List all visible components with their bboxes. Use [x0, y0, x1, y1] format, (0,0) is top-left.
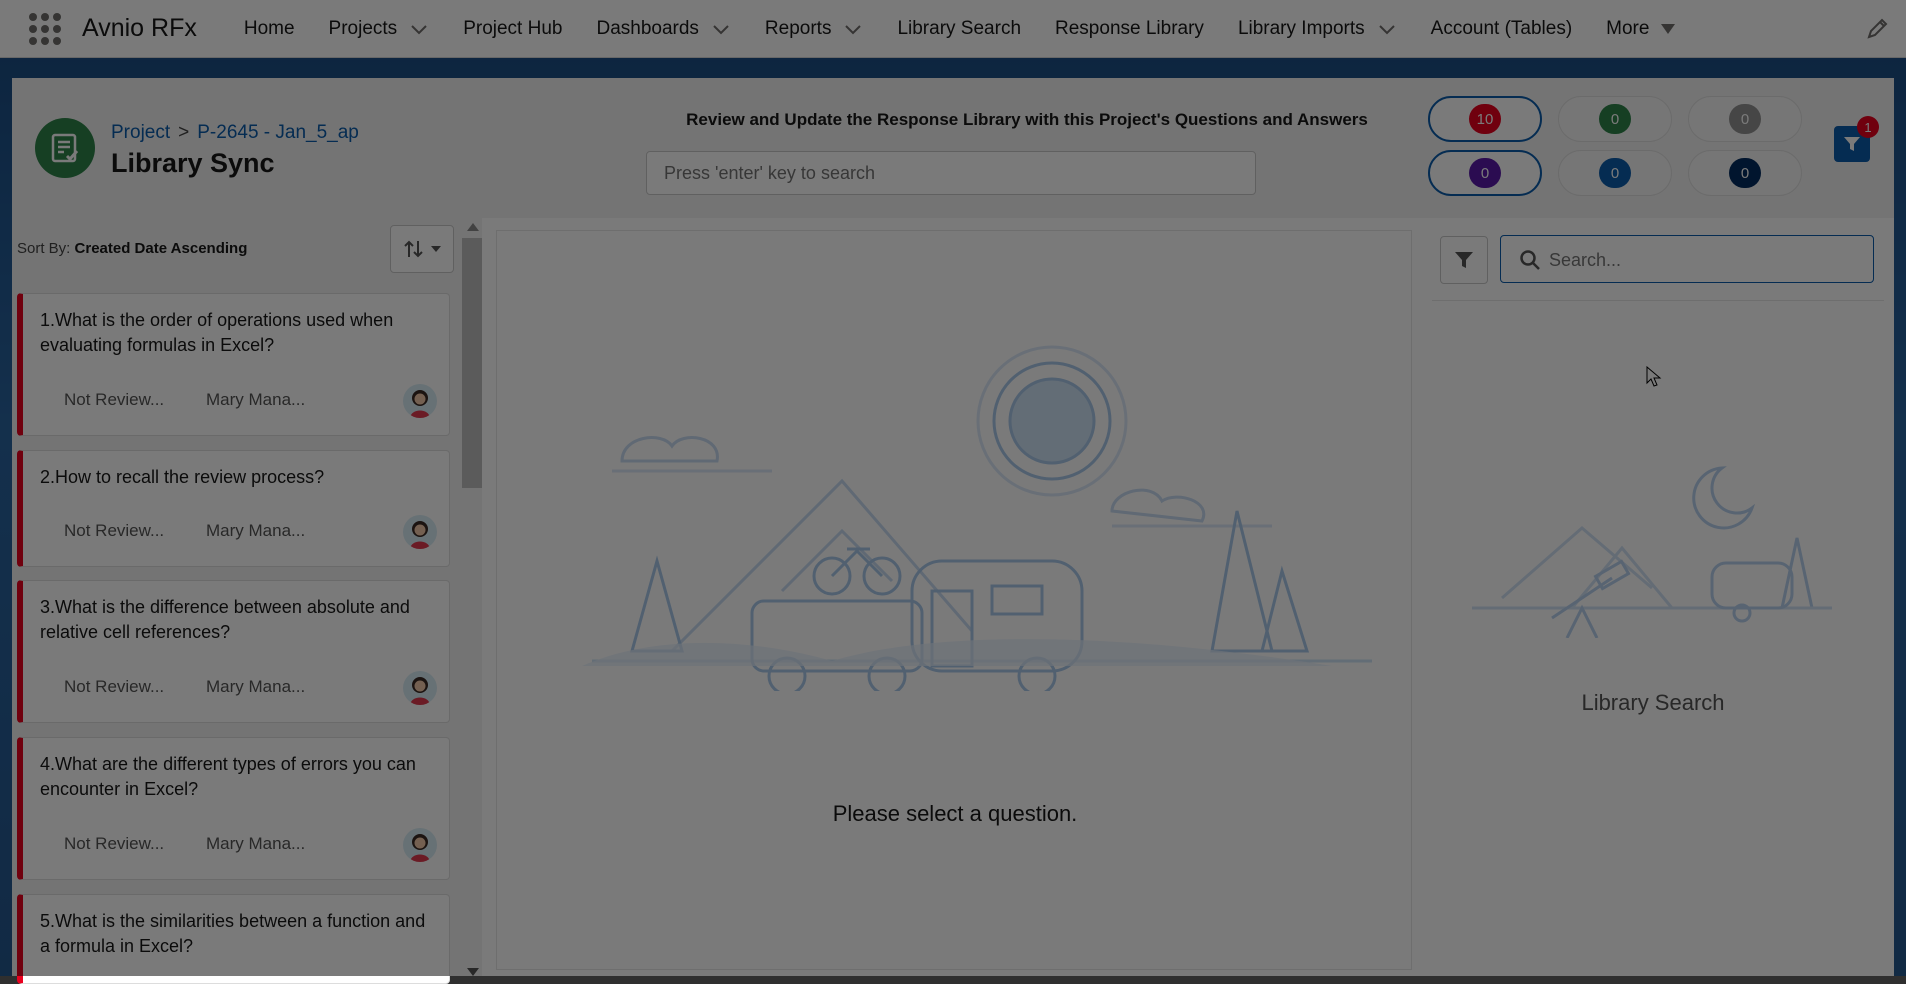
chevron-down-icon[interactable]	[1377, 19, 1397, 39]
avatar	[403, 384, 437, 418]
question-text: 5.What is the similarities between a fun…	[40, 911, 426, 956]
counter-pill-green[interactable]: 0	[1558, 96, 1672, 142]
count-badge: 10	[1469, 104, 1501, 134]
empty-state-camping-illustration	[582, 345, 1372, 691]
nav-item-response-library[interactable]: Response Library	[1038, 0, 1221, 57]
nav-item-projects[interactable]: Projects	[312, 0, 447, 57]
owner-name: Mary Mana...	[206, 521, 306, 540]
question-text: 3.What is the difference between absolut…	[40, 597, 410, 642]
question-card[interactable]: 1.What is the order of operations used w…	[17, 293, 450, 436]
scroll-thumb[interactable]	[462, 238, 482, 488]
nav-item-library-search[interactable]: Library Search	[880, 0, 1038, 57]
chevron-down-icon[interactable]	[409, 19, 429, 39]
chevron-down-icon[interactable]	[711, 19, 731, 39]
nav-item-library-imports[interactable]: Library Imports	[1221, 0, 1414, 57]
sort-value: Created Date Ascending	[74, 240, 248, 257]
avatar	[403, 515, 437, 549]
library-search-night-illustration	[1472, 466, 1832, 638]
instruction-heading: Review and Update the Response Library w…	[686, 110, 1368, 129]
caret-down-icon	[1661, 23, 1676, 34]
question-card[interactable]: 2.How to recall the review process? Not …	[17, 450, 450, 567]
sort-button[interactable]	[390, 225, 454, 273]
question-text: 2.How to recall the review process?	[40, 467, 325, 487]
divider	[1432, 300, 1884, 301]
owner-name: Mary Mana...	[206, 677, 306, 696]
question-list-scrollbar[interactable]	[458, 218, 482, 976]
scroll-down-arrow-icon[interactable]	[467, 968, 479, 976]
library-search-input[interactable]	[1547, 236, 1871, 284]
nav-item-home[interactable]: Home	[227, 0, 312, 57]
counter-pill-red[interactable]: 10	[1428, 96, 1542, 142]
nav-item-project-hub[interactable]: Project Hub	[446, 0, 579, 57]
global-nav-bar: Avnio RFx Home Projects Project Hub Dash…	[0, 0, 1906, 58]
library-sync-page: Project > P-2645 - Jan_5_ap Library Sync…	[12, 78, 1894, 984]
owner-name: Mary Mana...	[206, 834, 306, 853]
library-filter-button[interactable]	[1440, 236, 1488, 284]
chevron-down-icon[interactable]	[843, 19, 863, 39]
page-title: Library Sync	[111, 148, 275, 178]
question-text: 4.What are the different types of errors…	[40, 754, 416, 799]
breadcrumb-separator: >	[178, 122, 190, 143]
breadcrumb-project-link[interactable]: Project	[111, 122, 170, 144]
breadcrumb-record-link[interactable]: P-2645 - Jan_5_ap	[197, 122, 359, 144]
avatar	[403, 671, 437, 705]
answer-detail-panel: Please select a question.	[496, 230, 1412, 970]
review-status: Not Review...	[64, 677, 165, 696]
review-status: Not Review...	[64, 521, 165, 540]
notification-badge: 1	[1857, 116, 1879, 138]
question-card[interactable]: 5.What is the similarities between a fun…	[17, 894, 450, 984]
question-list-panel: Sort By: Created Date Ascending 1.What i…	[12, 218, 482, 984]
review-status: Not Review...	[64, 834, 165, 853]
review-status: Not Review...	[64, 390, 165, 409]
search-icon	[1520, 250, 1540, 270]
nav-tabs: Home Projects Project Hub Dashboards Rep…	[227, 0, 1693, 57]
question-search-input[interactable]	[646, 151, 1256, 195]
filter-icon	[1844, 137, 1860, 151]
count-badge: 0	[1599, 104, 1631, 134]
scroll-up-arrow-icon[interactable]	[467, 223, 479, 231]
nav-item-more[interactable]: More	[1589, 0, 1692, 57]
mouse-cursor-icon	[1646, 366, 1662, 387]
count-badge: 0	[1729, 104, 1761, 134]
counter-pill-blue[interactable]: 0	[1558, 150, 1672, 196]
count-badge: 0	[1469, 158, 1501, 188]
pencil-icon[interactable]	[1866, 16, 1890, 40]
filter-icon	[1455, 252, 1473, 268]
sort-arrows-icon	[404, 240, 423, 258]
nav-item-dashboards[interactable]: Dashboards	[579, 0, 747, 57]
counter-pill-navy[interactable]: 0	[1688, 150, 1802, 196]
breadcrumb: Project > P-2645 - Jan_5_ap	[111, 122, 359, 144]
nav-item-account-tables[interactable]: Account (Tables)	[1414, 0, 1590, 57]
sort-label: Sort By: Created Date Ascending	[17, 240, 248, 257]
counter-pill-gray[interactable]: 0	[1688, 96, 1802, 142]
library-search-field[interactable]	[1500, 235, 1874, 284]
count-badge: 0	[1729, 158, 1761, 188]
question-card[interactable]: 3.What is the difference between absolut…	[17, 580, 450, 723]
avatar	[403, 828, 437, 862]
nav-item-reports[interactable]: Reports	[748, 0, 881, 57]
count-badge: 0	[1599, 158, 1631, 188]
owner-name: Mary Mana...	[206, 390, 306, 409]
library-search-empty-label: Library Search	[1581, 690, 1725, 715]
app-name: Avnio RFx	[82, 14, 197, 42]
page-header: Project > P-2645 - Jan_5_ap Library Sync…	[12, 78, 1894, 218]
empty-state-message: Please select a question.	[832, 801, 1078, 826]
app-launcher-icon[interactable]	[28, 12, 62, 46]
question-card[interactable]: 4.What are the different types of errors…	[17, 737, 450, 880]
library-search-panel: Library Search	[1412, 218, 1894, 976]
filter-button[interactable]: 1	[1834, 116, 1879, 162]
record-checklist-icon	[35, 118, 95, 178]
caret-down-icon	[431, 246, 441, 252]
counter-pill-purple[interactable]: 0	[1428, 150, 1542, 196]
question-text: 1.What is the order of operations used w…	[40, 310, 394, 355]
